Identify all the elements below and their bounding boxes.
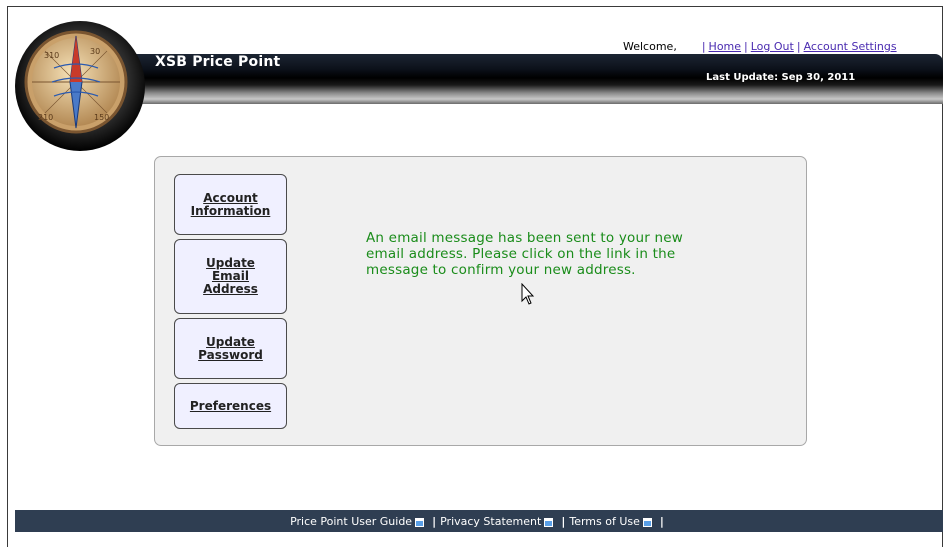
welcome-text: Welcome,	[623, 40, 677, 53]
account-information-button[interactable]: Account Information	[174, 174, 287, 235]
nav-separator: |	[796, 40, 801, 53]
svg-text:30: 30	[90, 47, 100, 56]
button-label-line: Update	[206, 334, 255, 349]
user-guide-label: Price Point User Guide	[290, 514, 413, 528]
nav-separator: |	[701, 40, 706, 53]
footer-separator: |	[432, 514, 437, 528]
footer-separator: |	[659, 514, 664, 528]
update-password-button[interactable]: Update Password	[174, 318, 287, 379]
logout-link[interactable]: Log Out	[751, 40, 794, 53]
message-line: An email message has been sent to your n…	[366, 230, 684, 246]
svg-text:310: 310	[44, 51, 59, 60]
button-label-line: Password	[198, 347, 263, 362]
last-update-text: Last Update: Sep 30, 2011	[706, 72, 856, 83]
external-link-icon	[544, 518, 554, 527]
nav-separator: |	[744, 40, 748, 53]
update-email-address-button[interactable]: Update Email Address	[174, 239, 287, 314]
compass-icon: 310 30 210 150	[15, 21, 145, 151]
user-guide-link[interactable]: Price Point User Guide	[290, 515, 428, 528]
privacy-statement-link[interactable]: Privacy Statement	[440, 515, 557, 528]
svg-text:210: 210	[38, 113, 53, 122]
account-settings-link[interactable]: Account Settings	[804, 40, 897, 53]
mouse-cursor-icon	[521, 283, 535, 305]
privacy-statement-label: Privacy Statement	[440, 514, 542, 528]
top-nav: Welcome, | Home | Log Out | Account Settings	[623, 40, 897, 53]
button-label-line: Address	[203, 282, 258, 296]
button-label-line: Account	[203, 190, 258, 205]
app-title: XSB Price Point	[155, 54, 281, 70]
confirmation-message: An email message has been sent to your n…	[366, 230, 766, 278]
home-link[interactable]: Home	[709, 40, 741, 53]
message-line: email address. Please click on the link …	[366, 246, 676, 262]
external-link-icon	[642, 518, 652, 527]
external-link-icon	[415, 518, 425, 527]
terms-of-use-label: Terms of Use	[569, 514, 640, 528]
button-label-line: Preferences	[189, 398, 272, 413]
footer-separator: |	[561, 514, 566, 528]
terms-of-use-link[interactable]: Terms of Use	[569, 515, 656, 528]
button-label-line: Information	[190, 203, 271, 218]
message-line: message to confirm your new address.	[366, 262, 636, 278]
preferences-button[interactable]: Preferences	[174, 383, 287, 429]
svg-text:150: 150	[94, 113, 109, 122]
footer-bar: Price Point User Guide | Privacy Statement…	[15, 510, 943, 532]
